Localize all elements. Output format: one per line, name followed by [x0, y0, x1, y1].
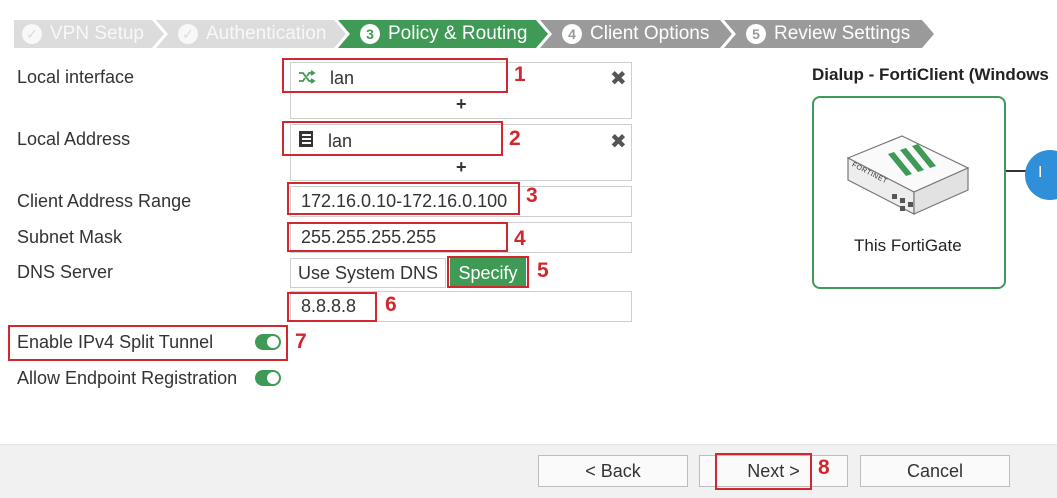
step-label: Authentication	[206, 23, 327, 44]
annotation-number: 4	[514, 227, 526, 250]
annotation-number: 7	[295, 330, 307, 353]
step-number: 5	[746, 24, 766, 44]
check-icon: ✓	[178, 24, 198, 44]
add-address-button[interactable]: +	[456, 157, 467, 178]
diagram-title: Dialup - FortiClient (Windows	[812, 65, 1049, 84]
step-number: 4	[562, 24, 582, 44]
annotation-box-4	[287, 222, 508, 252]
step-number: 3	[360, 24, 380, 44]
cloud-text: I	[1038, 164, 1043, 181]
step-label: Policy & Routing	[388, 23, 528, 44]
endpoint-registration-toggle[interactable]	[255, 370, 281, 386]
annotation-number: 3	[526, 184, 538, 207]
step-label: Review Settings	[774, 23, 911, 44]
local-address-label: Local Address	[17, 129, 131, 149]
step-label: VPN Setup	[50, 23, 144, 44]
annotation-box-6	[287, 292, 377, 322]
annotation-number: 8	[818, 456, 830, 479]
subnet-mask-label: Subnet Mask	[17, 227, 123, 247]
endpoint-registration-label: Allow Endpoint Registration	[17, 368, 238, 388]
annotation-box-7	[8, 325, 288, 361]
annotation-number: 5	[537, 259, 549, 282]
annotation-number: 1	[514, 63, 526, 86]
check-icon: ✓	[22, 24, 42, 44]
cloud-icon: I	[1025, 150, 1057, 200]
step-authentication[interactable]: ✓ Authentication	[156, 20, 346, 48]
annotation-number: 2	[509, 127, 521, 150]
close-icon[interactable]: ✖	[610, 66, 627, 91]
annotation-box-3	[287, 182, 520, 215]
annotation-number: 6	[385, 293, 397, 316]
annotation-box-1	[282, 58, 508, 93]
client-address-range-label: Client Address Range	[17, 191, 192, 211]
fortigate-device-icon: FORTINET	[842, 128, 972, 218]
step-policy-routing[interactable]: 3 Policy & Routing	[338, 20, 548, 48]
close-icon[interactable]: ✖	[610, 129, 627, 154]
step-vpn-setup[interactable]: ✓ VPN Setup	[14, 20, 164, 48]
step-review-settings[interactable]: 5 Review Settings	[724, 20, 934, 48]
step-label: Client Options	[590, 23, 710, 44]
add-interface-button[interactable]: +	[456, 94, 467, 115]
device-label: This FortiGate	[854, 236, 962, 255]
dns-server-label: DNS Server	[17, 262, 114, 282]
back-button[interactable]: < Back	[538, 455, 688, 487]
wizard-steps: ✓ VPN Setup ✓ Authentication 3 Policy & …	[14, 20, 926, 48]
step-client-options[interactable]: 4 Client Options	[540, 20, 732, 48]
use-system-dns-option[interactable]: Use System DNS	[290, 258, 446, 288]
annotation-box-8	[715, 453, 812, 490]
annotation-box-2	[282, 121, 503, 156]
local-interface-label: Local interface	[17, 67, 135, 87]
annotation-box-5	[447, 256, 529, 288]
cancel-button[interactable]: Cancel	[860, 455, 1010, 487]
